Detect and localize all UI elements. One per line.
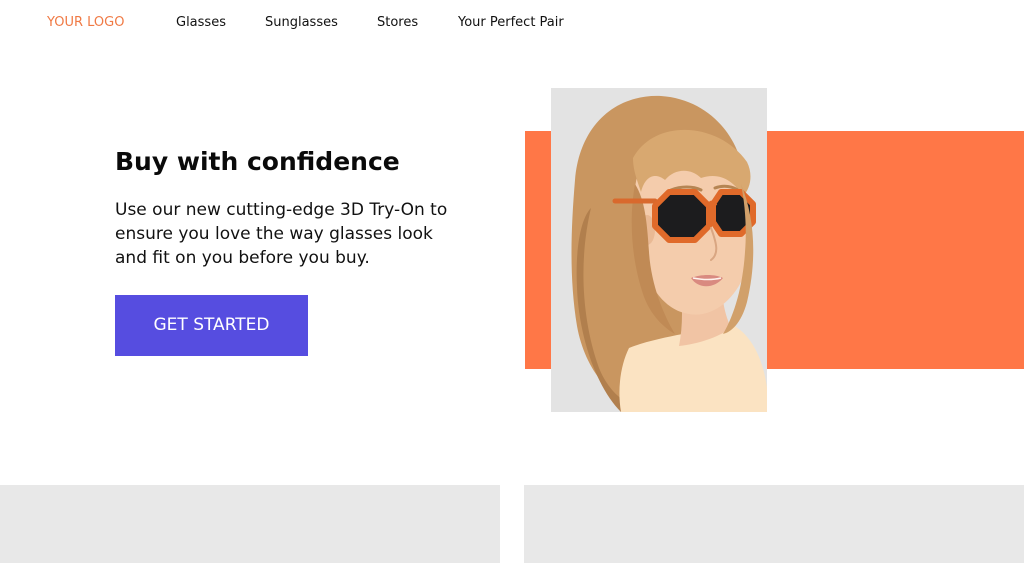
nav-link-your-perfect-pair[interactable]: Your Perfect Pair [458, 14, 564, 32]
hero-description: Use our new cutting-edge 3D Try-On to en… [115, 200, 448, 268]
nav-link-glasses[interactable]: Glasses [176, 14, 226, 32]
get-started-button[interactable]: GET STARTED [115, 295, 308, 356]
content-card-left [0, 485, 500, 563]
nav-link-sunglasses[interactable]: Sunglasses [265, 14, 338, 32]
hero-model-photo [551, 88, 767, 412]
hero-title: Buy with confidence [115, 147, 400, 176]
content-card-right [524, 485, 1024, 563]
main-nav: Glasses Sunglasses Stores Your Perfect P… [0, 14, 700, 32]
nav-link-stores[interactable]: Stores [377, 14, 418, 32]
model-illustration [551, 88, 767, 412]
